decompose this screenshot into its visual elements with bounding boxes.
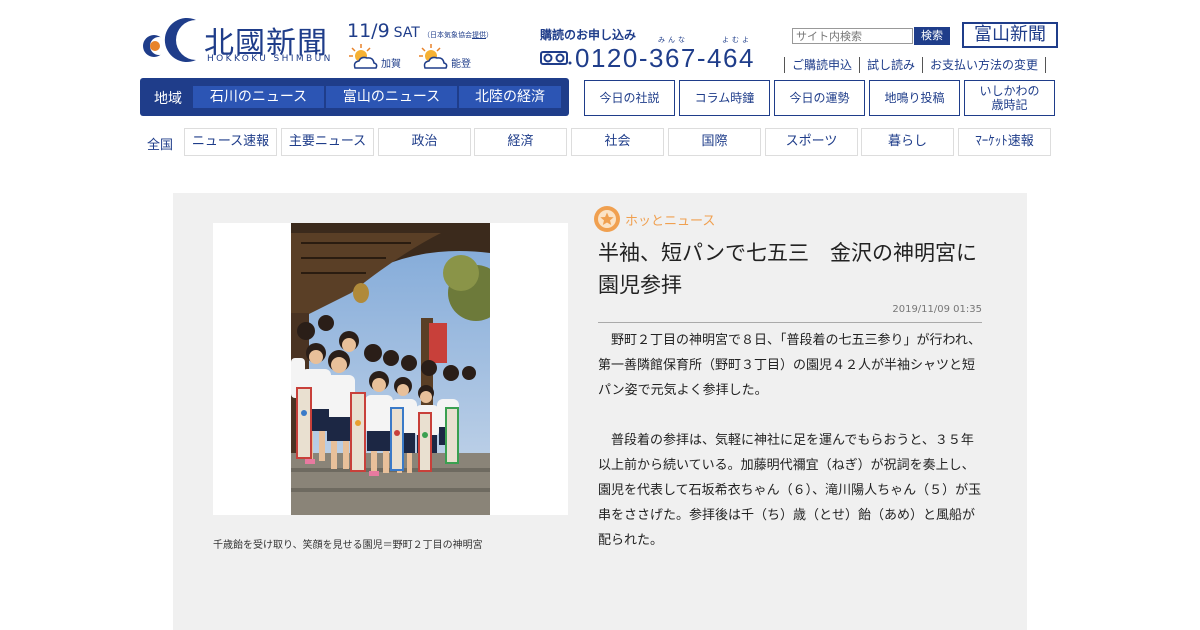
subscribe-title[interactable]: 購読のお申し込み bbox=[540, 26, 636, 43]
tab-politics[interactable]: 政治 bbox=[378, 128, 471, 156]
tab-sports[interactable]: スポーツ bbox=[765, 128, 858, 156]
weather-noto[interactable]: 能登 bbox=[417, 42, 477, 72]
column-jisho-button[interactable]: コラム時鐘 bbox=[679, 80, 770, 116]
article-photo-frame bbox=[213, 223, 568, 515]
tab-ishikawa-news[interactable]: 石川のニュース bbox=[193, 86, 324, 108]
trial-link[interactable]: 試し読み bbox=[859, 57, 922, 73]
article-photo[interactable] bbox=[291, 223, 490, 515]
sun-cloud-icon bbox=[349, 44, 378, 69]
tab-toyama-news[interactable]: 富山のニュース bbox=[326, 86, 457, 108]
subscription-links: ご購読申込 試し読み お支払い方法の変更 bbox=[784, 57, 1047, 73]
article-divider bbox=[598, 322, 982, 323]
photo-caption: 千歳飴を受け取り、笑顔を見せる園児＝野町２丁目の神明宮 bbox=[213, 540, 483, 551]
article-paragraph: 普段着の参拝は、気軽に神社に足を運んでもらおうと、３５年以上前から続いている。加… bbox=[598, 433, 982, 548]
tab-living[interactable]: 暮らし bbox=[861, 128, 954, 156]
tab-breaking-news[interactable]: ニュース速報 bbox=[184, 128, 277, 156]
region-nav-label: 地域 bbox=[154, 91, 182, 107]
hokkoku-logo-mark-icon bbox=[143, 18, 196, 63]
weather-provider-link[interactable]: 提供 bbox=[472, 31, 486, 39]
article-timestamp: 2019/11/09 01:35 bbox=[892, 304, 982, 315]
article-category[interactable]: ホッとニュース bbox=[625, 210, 715, 229]
search-input[interactable] bbox=[792, 28, 913, 44]
national-nav-label: 全国 bbox=[147, 138, 174, 153]
hokkoku-logo[interactable]: 北國新聞 HOKKOKU SHIMBUN bbox=[140, 16, 340, 66]
article-headline: 半袖、短パンで七五三 金沢の神明宮に園児参拝 bbox=[598, 241, 978, 297]
phone-number[interactable]: 0120-367-464 bbox=[575, 43, 755, 74]
weather-provider-prefix: （日本気象協会 bbox=[423, 31, 472, 39]
fortune-button[interactable]: 今日の運勢 bbox=[774, 80, 865, 116]
weather-kaga[interactable]: 加賀 bbox=[347, 42, 407, 72]
tab-economy[interactable]: 経済 bbox=[474, 128, 567, 156]
weather-area-noto: 能登 bbox=[451, 59, 471, 70]
region-nav: 地域 石川のニュース 富山のニュース 北陸の経済 bbox=[140, 78, 569, 116]
logo-sub: HOKKOKU SHIMBUN bbox=[207, 54, 333, 64]
hot-news-star-icon bbox=[594, 206, 620, 232]
article-body: 野町２丁目の神明宮で８日、「普段着の七五三参り」が行われ、第一善隣館保育所（野町… bbox=[598, 328, 982, 578]
page: 北國新聞 HOKKOKU SHIMBUN 11/9 SAT （日本気象協会提供） … bbox=[0, 0, 1200, 630]
search-button[interactable]: 検索 bbox=[914, 27, 950, 45]
weekday: SAT bbox=[393, 25, 420, 41]
tab-hokuriku-economy[interactable]: 北陸の経済 bbox=[459, 86, 561, 108]
toyama-shimbun-logo[interactable]: 富山新聞 bbox=[962, 22, 1058, 48]
editorial-button[interactable]: 今日の社説 bbox=[584, 80, 675, 116]
weather-provider: （日本気象協会提供） bbox=[423, 30, 493, 40]
payment-link[interactable]: お支払い方法の変更 bbox=[922, 57, 1047, 73]
tab-top-news[interactable]: 主要ニュース bbox=[281, 128, 374, 156]
date-value: 11/9 bbox=[347, 20, 390, 42]
tab-market-news[interactable]: ﾏｰｹｯﾄ速報 bbox=[958, 128, 1051, 156]
seasonal-diary-button[interactable]: いしかわの歳時記 bbox=[964, 80, 1055, 116]
tab-international[interactable]: 国際 bbox=[668, 128, 761, 156]
tab-society[interactable]: 社会 bbox=[571, 128, 664, 156]
subscribe-link[interactable]: ご購読申込 bbox=[784, 57, 859, 73]
shrine-children-photo bbox=[291, 223, 490, 515]
sun-cloud-icon bbox=[419, 44, 448, 69]
free-dial-icon bbox=[540, 51, 572, 65]
reader-post-button[interactable]: 地鳴り投稿 bbox=[869, 80, 960, 116]
date: 11/9 SAT bbox=[347, 20, 420, 42]
weather-area-kaga: 加賀 bbox=[381, 59, 401, 70]
article-paragraph: 野町２丁目の神明宮で８日、「普段着の七五三参り」が行われ、第一善隣館保育所（野町… bbox=[598, 333, 981, 398]
weather-provider-suffix: ） bbox=[486, 31, 493, 39]
